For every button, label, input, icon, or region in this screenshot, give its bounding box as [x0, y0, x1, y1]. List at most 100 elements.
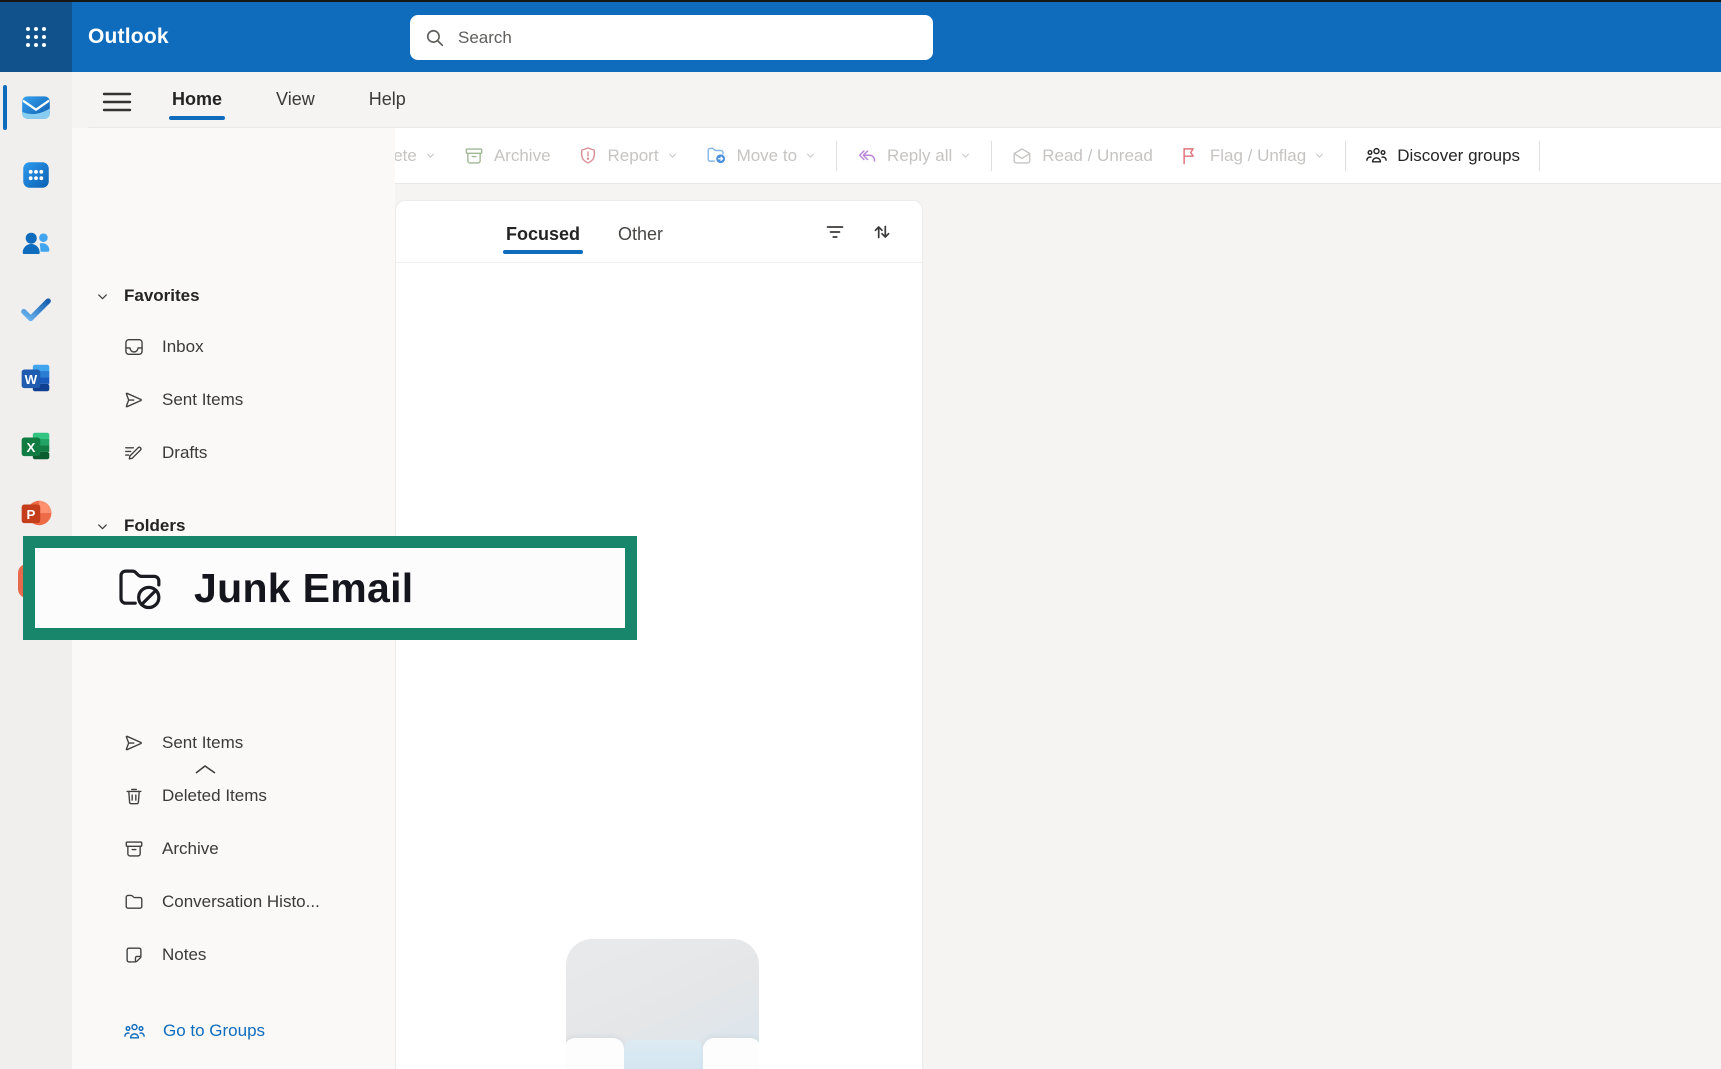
chevron-down-icon: [1313, 149, 1326, 162]
chevron-down-icon: [424, 149, 437, 162]
reply-all-label: Reply all: [887, 146, 952, 166]
rail-calendar-button[interactable]: [19, 158, 53, 192]
tab-home[interactable]: Home: [168, 85, 226, 120]
reply-all-button[interactable]: Reply all: [843, 135, 985, 177]
search-input[interactable]: [456, 27, 919, 49]
rail-word-button[interactable]: W: [19, 361, 53, 395]
drafts-icon: [123, 442, 145, 464]
folder-conversation-history[interactable]: Conversation Histo...: [86, 880, 365, 924]
hidden-folder-icon-fragment: [195, 765, 217, 774]
flag-icon: [1179, 145, 1201, 167]
svg-text:W: W: [25, 372, 38, 387]
outlook-window: Outlook: [0, 0, 1721, 1069]
favorite-inbox[interactable]: Inbox: [86, 325, 365, 369]
send-icon: [123, 732, 145, 754]
folders-header[interactable]: Folders: [95, 516, 185, 536]
outlook-mail-icon: [19, 90, 53, 124]
favorite-inbox-label: Inbox: [162, 337, 204, 357]
discover-groups-label: Discover groups: [1397, 146, 1520, 166]
sort-arrows-icon: [870, 220, 894, 244]
envelope-icon: [1011, 145, 1033, 167]
archive-button[interactable]: Archive: [450, 135, 564, 177]
junk-email-annotation[interactable]: Junk Email: [23, 536, 637, 640]
rail-powerpoint-button[interactable]: P: [19, 496, 53, 530]
ribbon-tabs: Home View Help: [168, 85, 410, 120]
app-title[interactable]: Outlook: [88, 25, 169, 49]
favorite-drafts[interactable]: Drafts: [86, 431, 365, 475]
reply-all-icon: [856, 145, 878, 167]
rail-mail-button[interactable]: [19, 90, 53, 124]
toolbar-divider: [1539, 141, 1540, 171]
tab-focused[interactable]: Focused: [506, 224, 580, 262]
svg-text:X: X: [26, 440, 35, 455]
waffle-icon: [25, 26, 47, 48]
toolbar-divider: [1345, 141, 1346, 171]
search-box[interactable]: [410, 15, 933, 60]
empty-state-tray-middle: [624, 1040, 704, 1069]
flag-unflag-button[interactable]: Flag / Unflag: [1166, 135, 1339, 177]
nav-menu-button[interactable]: [102, 88, 132, 116]
rail-todo-button[interactable]: [19, 293, 53, 327]
search-icon: [424, 27, 446, 49]
tab-other-label: Other: [618, 224, 663, 244]
top-bar: Outlook: [0, 2, 1721, 72]
sort-button[interactable]: [870, 220, 894, 244]
folder-conversation-history-label: Conversation Histo...: [162, 892, 320, 912]
chevron-down-icon: [959, 149, 972, 162]
app-launcher-button[interactable]: [0, 2, 72, 72]
folder-sent-items-label: Sent Items: [162, 733, 243, 753]
empty-state-tray-left: [566, 1038, 624, 1069]
toolbar-divider: [836, 141, 837, 171]
folder-sent-items[interactable]: Sent Items: [86, 721, 365, 765]
tab-home-label: Home: [172, 89, 222, 109]
excel-icon: X: [19, 429, 53, 463]
folder-notes[interactable]: Notes: [86, 933, 365, 977]
empty-state-tray-right: [703, 1038, 759, 1069]
move-to-folder-icon: [705, 144, 728, 167]
rail-people-button[interactable]: [19, 226, 53, 260]
groups-icon: [123, 1020, 146, 1043]
go-to-groups-label: Go to Groups: [163, 1021, 265, 1041]
folder-deleted-items[interactable]: Deleted Items: [86, 774, 365, 818]
trash-icon: [123, 785, 145, 807]
filter-icon: [823, 220, 847, 244]
rail-excel-button[interactable]: X: [19, 429, 53, 463]
folder-deleted-items-label: Deleted Items: [162, 786, 267, 806]
filter-button[interactable]: [823, 220, 847, 244]
folder-archive-label: Archive: [162, 839, 219, 859]
folder-icon: [123, 891, 145, 913]
people-icon: [19, 226, 53, 260]
junk-email-folder-icon: [113, 561, 168, 616]
move-to-button[interactable]: Move to: [692, 135, 830, 177]
tab-other[interactable]: Other: [618, 224, 663, 262]
word-icon: W: [19, 361, 53, 395]
rail-selection-indicator: [3, 85, 7, 130]
archive-label: Archive: [494, 146, 551, 166]
inbox-icon: [123, 336, 145, 358]
calendar-icon: [19, 158, 53, 192]
svg-text:P: P: [26, 507, 35, 522]
report-button[interactable]: Report: [564, 135, 692, 177]
empty-state-illustration: [566, 939, 759, 1069]
folder-archive[interactable]: Archive: [86, 827, 365, 871]
folder-notes-label: Notes: [162, 945, 206, 965]
report-shield-icon: [577, 145, 599, 167]
note-icon: [123, 944, 145, 966]
flag-unflag-label: Flag / Unflag: [1210, 146, 1306, 166]
discover-groups-button[interactable]: Discover groups: [1352, 135, 1533, 177]
archive-icon: [463, 145, 485, 167]
tab-help[interactable]: Help: [365, 85, 410, 120]
tab-help-label: Help: [369, 89, 406, 109]
tab-view[interactable]: View: [272, 85, 319, 120]
go-to-groups-link[interactable]: Go to Groups: [86, 1009, 265, 1053]
favorites-header[interactable]: Favorites: [95, 286, 200, 306]
junk-email-annotation-label: Junk Email: [194, 565, 413, 612]
favorite-sent-items[interactable]: Sent Items: [86, 378, 365, 422]
read-unread-button[interactable]: Read / Unread: [998, 135, 1166, 177]
powerpoint-icon: P: [19, 496, 53, 530]
chevron-down-icon: [666, 149, 679, 162]
tab-view-label: View: [276, 89, 315, 109]
chevron-down-icon: [95, 289, 110, 304]
message-list-header: Focused Other: [396, 201, 922, 263]
todo-check-icon: [19, 293, 53, 327]
